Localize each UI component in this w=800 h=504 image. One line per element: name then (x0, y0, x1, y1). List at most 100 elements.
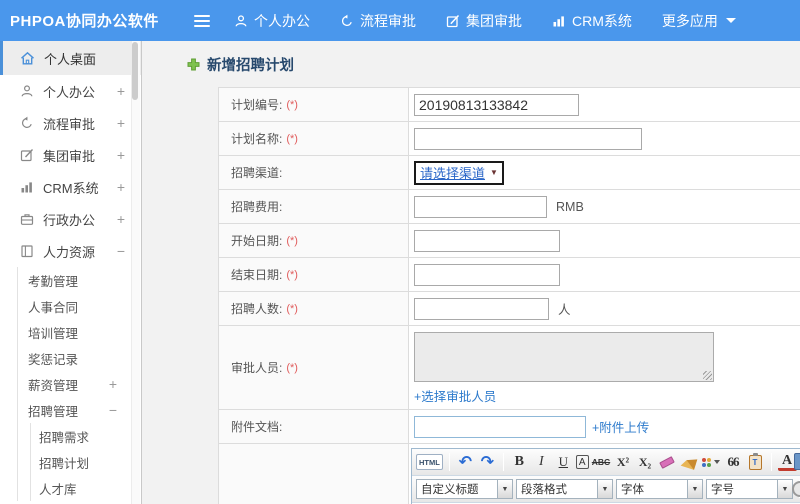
collapse-minus-icon[interactable]: − (109, 402, 117, 418)
sidebar-item-label: 招聘管理 (28, 404, 79, 419)
sidebar-item-rewards[interactable]: 奖惩记录 (18, 345, 141, 371)
clipped-toolbar-icon[interactable] (792, 481, 800, 497)
sidebar-item-recruit-plan[interactable]: 招聘计划 (31, 449, 141, 475)
paragraph-format-combo[interactable]: 段落格式 ▼ (516, 479, 613, 499)
hamburger-menu-icon[interactable] (194, 12, 210, 30)
caret-down-icon[interactable]: ▼ (688, 479, 703, 499)
field-label: 招聘费用: (231, 200, 283, 214)
sidebar-item-hr[interactable]: 人力资源 − (0, 235, 141, 267)
expand-plus-icon[interactable]: + (117, 147, 125, 163)
blockquote-button[interactable]: 66 (724, 452, 743, 472)
format-brush-icon[interactable] (680, 452, 699, 472)
italic-button[interactable]: I (532, 452, 551, 472)
eraser-icon[interactable] (658, 452, 677, 472)
underline-button[interactable]: U (554, 452, 573, 472)
book-icon (20, 244, 34, 258)
top-menu-more-apps[interactable]: 更多应用 (662, 11, 736, 31)
subscript-button[interactable]: X₂ (636, 452, 655, 472)
attachment-input[interactable] (414, 415, 586, 438)
undo-icon[interactable]: ↶ (456, 452, 475, 472)
expand-plus-icon[interactable]: + (117, 83, 125, 99)
expand-plus-icon[interactable]: + (109, 376, 117, 392)
redo-icon[interactable]: ↷ (478, 452, 497, 472)
font-family-combo[interactable]: 字体 ▼ (616, 479, 703, 499)
sidebar-item-salary[interactable]: 薪资管理 + (18, 371, 141, 397)
sidebar-item-attendance[interactable]: 考勤管理 (18, 267, 141, 293)
required-mark: (*) (286, 268, 298, 281)
expand-plus-icon[interactable]: + (117, 179, 125, 195)
sidebar-item-training[interactable]: 培训管理 (18, 319, 141, 345)
end-date-input[interactable] (414, 263, 560, 286)
sidebar-item-label: 集团审批 (43, 148, 96, 164)
home-icon (20, 51, 35, 66)
channel-select-value: 请选择渠道 (420, 166, 486, 181)
color-palette-icon[interactable] (702, 452, 721, 472)
headcount-input[interactable] (414, 297, 549, 320)
combo-value: 字体 (616, 479, 688, 499)
top-menu-workflow-approval[interactable]: 流程审批 (340, 11, 416, 31)
select-approvers-link[interactable]: +选择审批人员 (414, 386, 496, 405)
resize-handle[interactable] (703, 371, 712, 380)
sidebar-item-admin-office[interactable]: 行政办公 + (0, 203, 141, 235)
edit-icon (20, 148, 34, 162)
scrollbar-thumb[interactable] (132, 42, 138, 100)
channel-select[interactable]: 请选择渠道 ▼ (414, 160, 504, 185)
combo-value: 段落格式 (516, 479, 598, 499)
select-caret-icon: ▼ (490, 168, 498, 177)
superscript-button[interactable]: X² (614, 452, 633, 472)
sidebar-item-label: 招聘计划 (39, 456, 90, 471)
cost-input[interactable] (414, 195, 547, 218)
top-menu-label: 个人办公 (254, 12, 310, 29)
sidebar-item-label: 行政办公 (43, 212, 96, 228)
user-icon (234, 14, 248, 28)
field-label: 结束日期: (231, 268, 283, 282)
sidebar-hr-submenu: 考勤管理 人事合同 培训管理 奖惩记录 薪资管理 + 招聘管理 − 招聘需求 招… (17, 267, 141, 501)
editor-toolbar-row2: 自定义标题 ▼ 段落格式 ▼ 字体 ▼ 字号 ▼ (412, 476, 800, 503)
sidebar-item-crm[interactable]: CRM系统 + (0, 171, 141, 203)
bold-button[interactable]: B (510, 452, 529, 472)
sidebar-item-label: CRM系统 (43, 180, 99, 196)
sidebar-item-talent-pool[interactable]: 人才库 (31, 475, 141, 501)
font-size-combo[interactable]: 字号 ▼ (706, 479, 793, 499)
html-source-button[interactable]: HTML (416, 454, 443, 470)
plan-name-input[interactable] (414, 127, 642, 150)
top-menu-group-approval[interactable]: 集团审批 (446, 11, 522, 31)
font-style-button[interactable]: A (575, 455, 589, 469)
caret-down-icon[interactable]: ▼ (598, 479, 613, 499)
top-menu-crm[interactable]: CRM系统 (552, 11, 632, 31)
top-menu: 个人办公 流程审批 集团审批 CRM系统 更多应用 (234, 11, 736, 31)
custom-title-combo[interactable]: 自定义标题 ▼ (416, 479, 513, 499)
expand-plus-icon[interactable]: + (117, 211, 125, 227)
sidebar-item-desktop[interactable]: 个人桌面 (0, 41, 141, 75)
sidebar-item-label: 个人办公 (43, 84, 96, 100)
caret-down-icon[interactable]: ▼ (498, 479, 513, 499)
form-row-headcount: 招聘人数: (*) 人 (219, 292, 800, 326)
sidebar-scrollbar[interactable] (131, 41, 140, 504)
paste-clipboard-icon[interactable]: T (746, 452, 765, 472)
clipped-toolbar-icon[interactable] (794, 453, 800, 470)
sidebar-item-recruit-mgmt[interactable]: 招聘管理 − (18, 397, 141, 423)
sidebar-item-label: 薪资管理 (28, 378, 79, 393)
sidebar-item-hr-contract[interactable]: 人事合同 (18, 293, 141, 319)
sidebar-item-label: 人力资源 (43, 244, 96, 260)
sidebar-item-label: 招聘需求 (39, 430, 90, 445)
strikethrough-button[interactable]: ABC (592, 452, 611, 472)
caret-down-icon[interactable]: ▼ (778, 479, 793, 499)
form-row-start-date: 开始日期: (*) (219, 224, 800, 258)
sidebar-item-group-approval[interactable]: 集团审批 + (0, 139, 141, 171)
page-title: 新增招聘计划 (187, 54, 800, 75)
form-row-editor: HTML ↶ ↷ B I U A ABC X² X₂ 66 T A 自定义标题 … (219, 444, 800, 504)
sidebar-item-recruit-demand[interactable]: 招聘需求 (31, 423, 141, 449)
start-date-input[interactable] (414, 229, 560, 252)
editor-toolbar-row1: HTML ↶ ↷ B I U A ABC X² X₂ 66 T A (412, 449, 800, 476)
approvers-textarea[interactable] (414, 332, 714, 382)
sidebar-item-workflow-approval[interactable]: 流程审批 + (0, 107, 141, 139)
collapse-minus-icon[interactable]: − (117, 243, 125, 259)
form-row-attachment: 附件文档: +附件上传 (219, 410, 800, 444)
expand-plus-icon[interactable]: + (117, 115, 125, 131)
plan-number-input[interactable] (414, 93, 579, 116)
attachment-upload-link[interactable]: +附件上传 (592, 421, 649, 435)
top-menu-personal-office[interactable]: 个人办公 (234, 11, 310, 31)
sidebar-item-personal-office[interactable]: 个人办公 + (0, 75, 141, 107)
required-mark: (*) (286, 234, 298, 247)
